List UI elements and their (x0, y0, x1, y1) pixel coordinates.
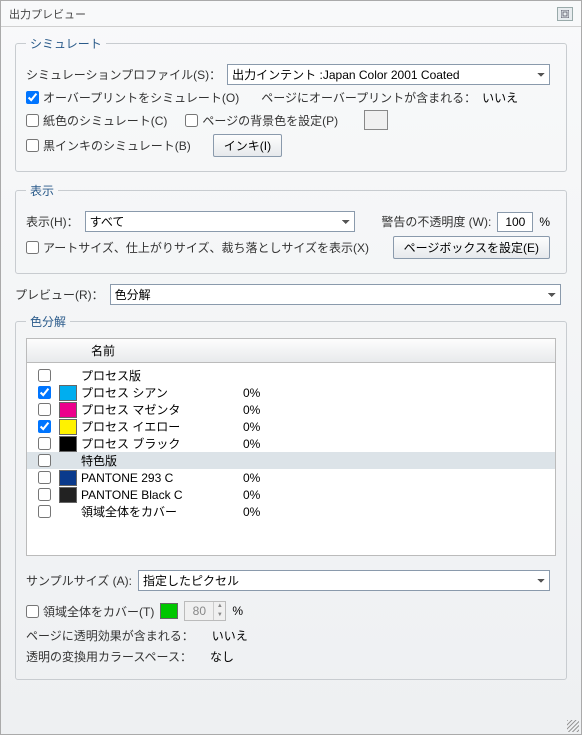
artsize-label: アートサイズ、仕上がりサイズ、裁ち落としサイズを表示(X) (43, 239, 369, 256)
trans-contains-value: いいえ (212, 627, 248, 644)
separation-row[interactable]: プロセス版 (27, 367, 555, 384)
window-title: 出力プレビュー (9, 6, 557, 22)
sample-size-select[interactable]: 指定したピクセル (138, 570, 550, 591)
resize-handle[interactable] (567, 720, 579, 732)
artsize-checkbox[interactable] (26, 241, 39, 254)
overprint-contains-label: ページにオーバープリントが含まれる： (261, 89, 476, 106)
bgcolor-swatch[interactable] (364, 110, 388, 130)
separation-swatch (59, 436, 77, 452)
separation-value: 0% (243, 471, 260, 485)
show-label: 表示(H)： (26, 213, 79, 230)
close-button[interactable] (557, 7, 573, 21)
sample-size-label: サンプルサイズ (A): (26, 572, 132, 589)
separation-swatch (59, 402, 77, 418)
preview-select[interactable]: 色分解 (110, 284, 561, 305)
overprint-checkbox[interactable] (26, 91, 39, 104)
separation-swatch (59, 470, 77, 486)
separations-table: 名前 プロセス版プロセス シアン0%プロセス マゼンタ0%プロセス イエロー0%… (26, 338, 556, 556)
display-legend: 表示 (26, 182, 58, 199)
trans-contains-label: ページに透明効果が含まれる： (26, 627, 194, 644)
separation-row[interactable]: 特色版 (27, 452, 555, 469)
separation-value: 0% (243, 437, 260, 451)
separation-name: プロセス シアン (81, 384, 243, 401)
separation-name: PANTONE 293 C (81, 471, 243, 485)
separation-name: プロセス ブラック (81, 435, 243, 452)
separation-row[interactable]: プロセス マゼンタ0% (27, 401, 555, 418)
separations-header-name[interactable]: 名前 (27, 339, 555, 363)
separation-row[interactable]: PANTONE Black C0% (27, 486, 555, 503)
paper-checkbox[interactable] (26, 114, 39, 127)
pagebox-button[interactable]: ページボックスを設定(E) (393, 236, 550, 259)
sim-profile-label: シミュレーションプロファイル(S)： (26, 66, 221, 83)
cover-percent: % (232, 604, 243, 618)
trans-space-value: なし (210, 648, 234, 665)
separation-checkbox[interactable] (38, 403, 51, 416)
warn-label: 警告の不透明度 (W): (381, 213, 491, 230)
preview-label: プレビュー(R)： (15, 286, 104, 303)
separation-name: プロセス マゼンタ (81, 401, 243, 418)
trans-space-label: 透明の変換用カラースペース： (26, 648, 192, 665)
warn-percent: % (539, 215, 550, 229)
cover-color-swatch[interactable] (160, 603, 178, 619)
separation-name: プロセス版 (81, 367, 243, 384)
overprint-label: オーバープリントをシミュレート(O) (43, 89, 239, 106)
separation-name: 特色版 (81, 452, 243, 469)
separations-legend: 色分解 (26, 313, 70, 330)
cover-value-spinner[interactable]: ▲▼ (184, 601, 226, 621)
separation-row[interactable]: プロセス イエロー0% (27, 418, 555, 435)
separation-row[interactable]: 領域全体をカバー0% (27, 503, 555, 520)
cover-checkbox[interactable] (26, 605, 39, 618)
bgcolor-checkbox[interactable] (185, 114, 198, 127)
cover-label: 領域全体をカバー(T) (43, 603, 154, 620)
separations-group: 色分解 名前 プロセス版プロセス シアン0%プロセス マゼンタ0%プロセス イエ… (15, 313, 567, 680)
separation-checkbox[interactable] (38, 437, 51, 450)
simulate-group: シミュレート シミュレーションプロファイル(S)： 出力インテント :Japan… (15, 35, 567, 172)
spinner-up-icon[interactable]: ▲ (213, 602, 225, 611)
overprint-contains-value: いいえ (482, 89, 518, 106)
separation-row[interactable]: プロセス ブラック0% (27, 435, 555, 452)
separation-checkbox[interactable] (38, 471, 51, 484)
paper-label: 紙色のシミュレート(C) (43, 112, 167, 129)
sim-profile-select[interactable]: 出力インテント :Japan Color 2001 Coated (227, 64, 550, 85)
warn-opacity-input[interactable] (497, 212, 533, 232)
ink-button[interactable]: インキ(I) (213, 134, 282, 157)
separation-name: 領域全体をカバー (81, 503, 243, 520)
output-preview-window: 出力プレビュー シミュレート シミュレーションプロファイル(S)： 出力インテン… (0, 0, 582, 735)
separation-swatch (59, 487, 77, 503)
separation-checkbox[interactable] (38, 420, 51, 433)
separation-name: PANTONE Black C (81, 488, 243, 502)
separation-swatch (59, 385, 77, 401)
separation-row[interactable]: プロセス シアン0% (27, 384, 555, 401)
separation-checkbox[interactable] (38, 505, 51, 518)
close-icon (561, 10, 569, 18)
separation-swatch (59, 419, 77, 435)
simulate-legend: シミュレート (26, 35, 106, 52)
separation-row[interactable]: PANTONE 293 C0% (27, 469, 555, 486)
separation-name: プロセス イエロー (81, 418, 243, 435)
separation-value: 0% (243, 505, 260, 519)
blackink-checkbox[interactable] (26, 139, 39, 152)
blackink-label: 黒インキのシミュレート(B) (43, 137, 191, 154)
spinner-down-icon[interactable]: ▼ (213, 611, 225, 620)
separation-value: 0% (243, 403, 260, 417)
separation-checkbox[interactable] (38, 369, 51, 382)
separation-checkbox[interactable] (38, 386, 51, 399)
show-select[interactable]: すべて (85, 211, 355, 232)
separation-value: 0% (243, 420, 260, 434)
separation-checkbox[interactable] (38, 488, 51, 501)
separation-checkbox[interactable] (38, 454, 51, 467)
bgcolor-label: ページの背景色を設定(P) (202, 112, 338, 129)
display-group: 表示 表示(H)： すべて 警告の不透明度 (W): % アートサイズ、仕上がり… (15, 182, 567, 274)
separation-value: 0% (243, 488, 260, 502)
separation-value: 0% (243, 386, 260, 400)
titlebar: 出力プレビュー (1, 1, 581, 27)
cover-value-input[interactable] (185, 602, 213, 620)
